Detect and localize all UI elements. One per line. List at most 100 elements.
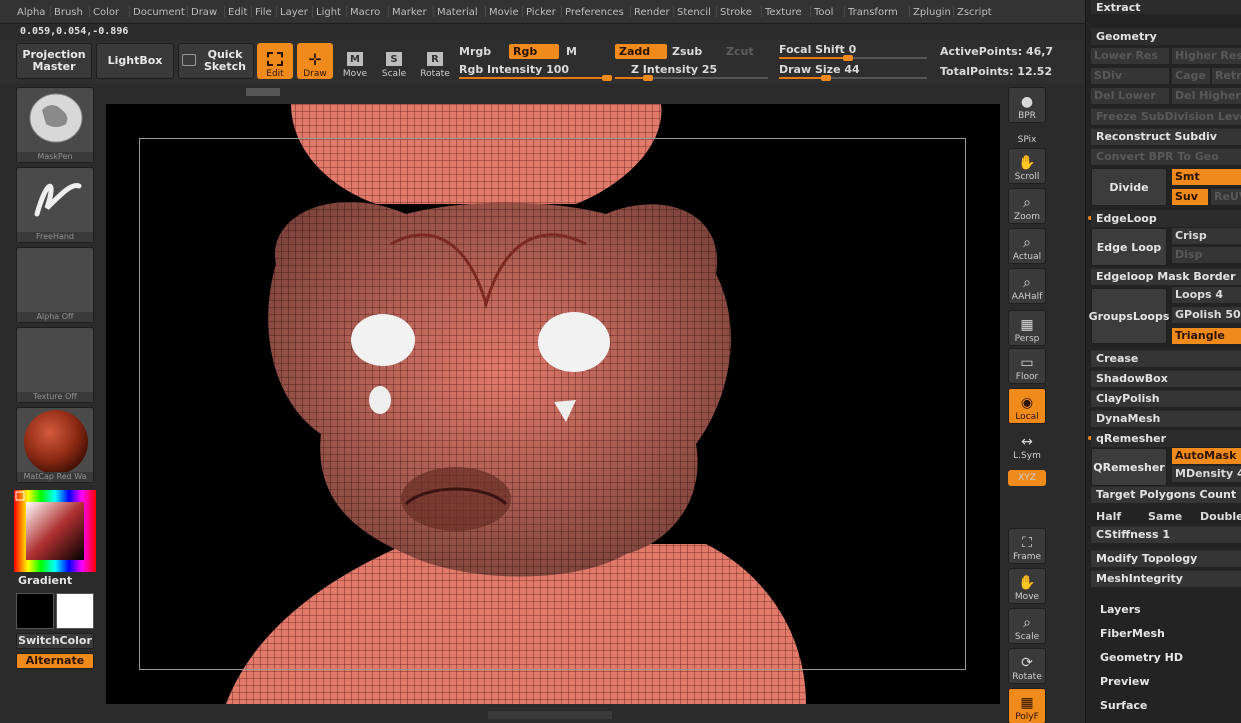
rgb-intensity-slider[interactable] bbox=[459, 75, 612, 81]
draw-size-knob[interactable] bbox=[820, 75, 831, 81]
crisp-toggle[interactable]: Crisp bbox=[1172, 228, 1241, 244]
menu-marker[interactable]: Marker bbox=[392, 7, 427, 18]
menu-color[interactable]: Color bbox=[93, 7, 119, 18]
loops-slider[interactable]: Loops 4 bbox=[1172, 287, 1241, 303]
reuv-toggle[interactable]: ReUV bbox=[1211, 189, 1241, 205]
edgeloop-header[interactable]: EdgeLoop bbox=[1091, 210, 1241, 227]
higher-res-button[interactable]: Higher Res bbox=[1172, 48, 1241, 64]
shelf-persp-button[interactable]: ▦ Persp bbox=[1008, 310, 1046, 346]
shelf-lsym-button[interactable]: ↔ L.Sym bbox=[1008, 434, 1046, 462]
menu-alpha[interactable]: Alpha bbox=[17, 7, 45, 18]
automask-toggle[interactable]: AutoMask bbox=[1172, 448, 1241, 464]
surface-menu[interactable]: Surface bbox=[1100, 699, 1147, 712]
scrollbar-thumb[interactable] bbox=[246, 88, 280, 96]
mesh-integrity-header[interactable]: MeshIntegrity bbox=[1091, 570, 1241, 587]
layers-menu[interactable]: Layers bbox=[1100, 603, 1141, 616]
menu-brush[interactable]: Brush bbox=[54, 7, 83, 18]
half-button[interactable]: Half bbox=[1096, 510, 1121, 523]
del-lower-button[interactable]: Del Lower bbox=[1091, 88, 1169, 104]
focal-shift-knob[interactable] bbox=[843, 55, 853, 61]
menu-edit[interactable]: Edit bbox=[228, 7, 247, 18]
edge-loop-button[interactable]: Edge Loop bbox=[1091, 228, 1167, 266]
switch-color-button[interactable]: SwitchColor bbox=[16, 633, 94, 649]
lower-res-button[interactable]: Lower Res bbox=[1091, 48, 1169, 64]
shelf-local-button[interactable]: ◉ Local bbox=[1008, 388, 1046, 424]
convert-bpr-button[interactable]: Convert BPR To Geo bbox=[1091, 148, 1241, 165]
draw-button[interactable]: ✛ Draw bbox=[297, 43, 333, 79]
gpolish-slider[interactable]: GPolish 50 bbox=[1172, 307, 1241, 323]
fibermesh-menu[interactable]: FiberMesh bbox=[1100, 627, 1165, 640]
stroke-selector[interactable]: FreeHand bbox=[16, 167, 94, 243]
texture-selector[interactable]: Texture Off bbox=[16, 327, 94, 403]
material-selector[interactable]: MatCap Red Wa bbox=[16, 407, 94, 483]
reconstruct-subdiv-button[interactable]: Reconstruct Subdiv bbox=[1091, 128, 1241, 145]
same-button[interactable]: Same bbox=[1148, 510, 1182, 523]
dynamesh-header[interactable]: DynaMesh bbox=[1091, 410, 1241, 427]
draw-size-slider[interactable] bbox=[779, 75, 927, 81]
z-intensity-slider[interactable] bbox=[615, 75, 768, 81]
zcut-toggle[interactable]: Zcut bbox=[726, 45, 754, 58]
focal-shift-slider[interactable] bbox=[779, 55, 927, 61]
secondary-color-swatch[interactable] bbox=[56, 593, 94, 629]
qremesher-header[interactable]: qRemesher bbox=[1091, 430, 1241, 447]
brush-selector[interactable]: MaskPen bbox=[16, 87, 94, 163]
menu-document[interactable]: Document bbox=[133, 7, 185, 18]
shelf-rotate-button[interactable]: ⟳ Rotate bbox=[1008, 648, 1046, 684]
rotate-button[interactable]: R Rotate bbox=[417, 43, 453, 79]
menu-tool[interactable]: Tool bbox=[814, 7, 833, 18]
scale-button[interactable]: S Scale bbox=[376, 43, 412, 79]
menu-layer[interactable]: Layer bbox=[280, 7, 308, 18]
menu-preferences[interactable]: Preferences bbox=[565, 7, 624, 18]
shelf-scale-button[interactable]: ⌕ Scale bbox=[1008, 608, 1046, 644]
sdiv-slider[interactable]: SDiv bbox=[1091, 68, 1169, 84]
disp-slider[interactable]: Disp bbox=[1172, 247, 1241, 263]
crease-header[interactable]: Crease bbox=[1091, 350, 1241, 367]
shelf-floor-button[interactable]: ▭ Floor bbox=[1008, 348, 1046, 384]
canvas-scrollbar[interactable] bbox=[106, 87, 1000, 101]
projection-master-button[interactable]: Projection Master bbox=[16, 43, 92, 79]
smt-toggle[interactable]: Smt bbox=[1172, 169, 1241, 185]
shelf-aahalf-button[interactable]: ⌕ AAHalf bbox=[1008, 268, 1046, 304]
preview-menu[interactable]: Preview bbox=[1100, 675, 1150, 688]
triangle-toggle[interactable]: Triangle bbox=[1172, 328, 1241, 344]
target-polygons-slider[interactable]: Target Polygons Count 1 bbox=[1091, 486, 1241, 503]
alpha-selector[interactable]: Alpha Off bbox=[16, 247, 94, 323]
modify-topology-header[interactable]: Modify Topology bbox=[1091, 550, 1241, 567]
menu-transform[interactable]: Transform bbox=[848, 7, 898, 18]
color-picker[interactable] bbox=[14, 490, 96, 572]
del-higher-button[interactable]: Del Higher bbox=[1172, 88, 1241, 104]
z-intensity-knob[interactable] bbox=[643, 75, 654, 81]
extract-header[interactable]: Extract bbox=[1091, 0, 1241, 14]
retr-button[interactable]: Retr bbox=[1212, 68, 1241, 84]
shelf-polyf-button[interactable]: ▦ PolyF bbox=[1008, 688, 1046, 723]
menu-draw[interactable]: Draw bbox=[191, 7, 217, 18]
m-toggle[interactable]: M bbox=[566, 45, 577, 58]
main-color-swatch[interactable] bbox=[16, 593, 54, 629]
groups-loops-button[interactable]: GroupsLoops bbox=[1089, 288, 1169, 344]
shadowbox-header[interactable]: ShadowBox bbox=[1091, 370, 1241, 387]
rgb-toggle[interactable]: Rgb bbox=[509, 44, 559, 59]
menu-stroke[interactable]: Stroke bbox=[720, 7, 752, 18]
menu-light[interactable]: Light bbox=[316, 7, 341, 18]
edgeloop-mask-border-button[interactable]: Edgeloop Mask Border bbox=[1091, 268, 1241, 285]
cage-button[interactable]: Cage bbox=[1172, 68, 1210, 84]
mdensity-slider[interactable]: MDensity 4 bbox=[1172, 466, 1241, 482]
gradient-label[interactable]: Gradient bbox=[18, 574, 72, 587]
lightbox-button[interactable]: LightBox bbox=[96, 43, 174, 79]
freeze-subdivision-button[interactable]: Freeze SubDivision Levels bbox=[1091, 108, 1241, 125]
shelf-spix-button[interactable]: SPix bbox=[1008, 126, 1046, 146]
geometry-header[interactable]: Geometry bbox=[1091, 28, 1241, 45]
shelf-move-button[interactable]: ✋ Move bbox=[1008, 568, 1046, 604]
mrgb-toggle[interactable]: Mrgb bbox=[459, 45, 491, 58]
menu-render[interactable]: Render bbox=[634, 7, 670, 18]
shelf-scroll-button[interactable]: ✋ Scroll bbox=[1008, 148, 1046, 184]
claypolish-header[interactable]: ClayPolish bbox=[1091, 390, 1241, 407]
bottom-shelf-handle[interactable] bbox=[488, 711, 612, 719]
shelf-actual-button[interactable]: ⌕ Actual bbox=[1008, 228, 1046, 264]
double-button[interactable]: Double bbox=[1200, 510, 1241, 523]
viewport-canvas[interactable] bbox=[106, 104, 1000, 704]
edit-button[interactable]: Edit bbox=[257, 43, 293, 79]
zadd-toggle[interactable]: Zadd bbox=[615, 44, 667, 59]
rgb-intensity-knob[interactable] bbox=[602, 75, 612, 81]
menu-zplugin[interactable]: Zplugin bbox=[913, 7, 951, 18]
